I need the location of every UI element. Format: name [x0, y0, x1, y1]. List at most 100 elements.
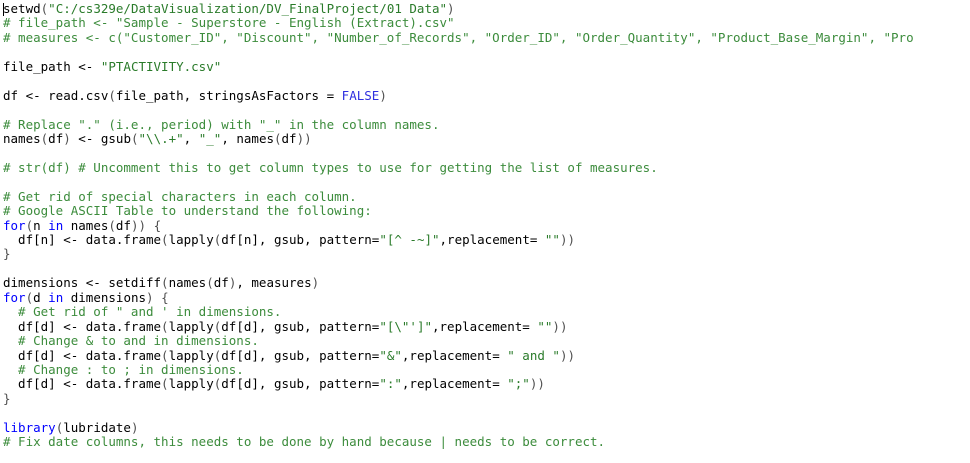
bracket-token: )) [296, 130, 312, 146]
comment-token: # Replace "." (i.e., period) with "_" in… [3, 116, 440, 132]
bracket-token: ( [161, 275, 169, 291]
bracket-token: ) [130, 419, 139, 435]
code-token: file_path, stringsAsFactors = [115, 87, 342, 103]
comment-token: # str(df) # Uncomment this to get column… [3, 159, 658, 175]
code-line[interactable]: df <- read.csv(file_path, stringsAsFacto… [3, 87, 914, 103]
bracket-token: ( [25, 217, 34, 233]
code-token: file_path <- [3, 58, 101, 74]
bracket-token: ( [161, 232, 169, 247]
bracket-token: ( [108, 217, 116, 233]
bracket-token: { [161, 289, 169, 305]
code-line[interactable]: file_path <- "PTACTIVITY.csv" [3, 58, 914, 74]
string-token: "" [544, 232, 560, 247]
bracket-token: } [3, 246, 11, 262]
code-token: n [33, 217, 49, 233]
bracket-token: )) [559, 232, 576, 247]
code-line[interactable]: # Change & to and in dimensions. [3, 333, 914, 349]
code-token: lapply [168, 318, 214, 334]
code-line[interactable]: df[n] <- data.frame(lapply(df[n], gsub, … [3, 232, 914, 247]
code-token: names [3, 130, 41, 146]
code-token: names [63, 217, 109, 233]
code-line[interactable] [3, 146, 914, 160]
code-token: df[n] <- data.frame [3, 232, 162, 247]
bracket-token: ) [63, 130, 71, 146]
comment-token: # Get rid of special characters in each … [3, 188, 357, 204]
code-line[interactable]: setwd("C:/cs329e/DataVisualization/DV_Fi… [3, 1, 914, 16]
code-line[interactable]: } [3, 391, 914, 406]
code-line[interactable] [3, 262, 914, 276]
code-line[interactable]: } [3, 247, 914, 261]
constant-token: FALSE [341, 87, 380, 103]
code-line[interactable]: # Replace "." (i.e., period) with "_" in… [3, 116, 914, 132]
code-line[interactable]: # Get rid of " and ' in dimensions. [3, 304, 914, 320]
code-token: df[n], gsub, pattern= [221, 232, 380, 247]
code-token: df [281, 130, 297, 146]
keyword-token: library [3, 419, 56, 435]
code-token: , [183, 130, 199, 146]
bracket-token: { [153, 217, 162, 233]
code-area[interactable]: setwd ("C:/cs329e/DataVisualization/DV_Fi… [3, 1, 914, 450]
bracket-token: ( [108, 87, 116, 103]
code-token: , measures [236, 275, 312, 291]
code-line[interactable]: # Google ASCII Table to understand the f… [3, 203, 914, 218]
code-line[interactable]: # Change : to ; in dimensions. [3, 361, 914, 377]
comment-token: # Get rid of " and ' in dimensions. [3, 304, 282, 320]
bracket-token: ( [206, 275, 214, 291]
string-token: "[\"']" [379, 318, 432, 334]
keyword-token: for [3, 217, 26, 233]
text-cursor [3, 3, 4, 16]
code-token: , names [221, 130, 274, 146]
code-line[interactable] [3, 74, 914, 88]
code-line[interactable] [3, 103, 914, 117]
code-line[interactable]: # measures <- c("Customer_ID", "Discount… [3, 29, 914, 45]
code-editor[interactable]: setwd ("C:/cs329e/DataVisualization/DV_Fi… [0, 0, 970, 463]
bracket-token: ( [25, 289, 34, 305]
bracket-token: ( [161, 376, 169, 392]
code-token: df[d] <- data.frame [3, 318, 162, 334]
code-token: df[d] <- data.frame [3, 376, 162, 392]
code-token: lapply [168, 347, 214, 363]
code-token: lapply [168, 376, 214, 392]
bracket-token: )) [130, 217, 147, 233]
code-line[interactable]: # str(df) # Uncomment this to get column… [3, 159, 914, 175]
string-token: "[^ -~]" [379, 232, 440, 247]
bracket-token: )) [529, 376, 545, 392]
code-line[interactable] [3, 175, 914, 189]
keyword-token: for [3, 289, 26, 305]
code-token: ,replacement= [401, 347, 508, 363]
string-token: "C:/cs329e/DataVisualization/DV_FinalPro… [48, 1, 448, 16]
code-token: df <- read.csv [3, 87, 109, 103]
bracket-token: ) [379, 87, 387, 103]
code-line[interactable]: library(lubridate) [3, 419, 914, 435]
code-line[interactable]: for(d in dimensions) { [3, 289, 914, 305]
code-line[interactable]: # Fix date columns, this needs to be don… [3, 434, 914, 450]
code-line[interactable]: df[d] <- data.frame(lapply(df[d], gsub, … [3, 347, 914, 363]
bracket-token: ( [161, 318, 169, 334]
code-token: df[d], gsub, pattern= [221, 347, 380, 363]
string-token: "_" [198, 130, 222, 146]
code-line[interactable]: df[d] <- data.frame(lapply(df[d], gsub, … [3, 318, 914, 334]
comment-token: # Change : to ; in dimensions. [3, 361, 244, 377]
comment-token: # Fix date columns, this needs to be don… [3, 434, 606, 450]
code-line[interactable]: dimensions <- setdiff(names(df), measure… [3, 276, 914, 290]
comment-token: # measures <- c("Customer_ID", "Discount… [3, 29, 914, 45]
code-line[interactable]: names(df) <- gsub("\\.+", "_", names(df)… [3, 130, 914, 146]
code-line[interactable]: # file_path <- "Sample - Superstore - En… [3, 16, 914, 30]
code-token: df[d] <- data.frame [3, 347, 162, 363]
code-line[interactable]: for(n in names(df)) { [3, 217, 914, 233]
code-token: df[d], gsub, pattern= [221, 318, 380, 334]
code-token: dimensions <- setdiff [3, 275, 162, 291]
code-line[interactable]: # Get rid of special characters in each … [3, 188, 914, 204]
keyword-token: in [48, 217, 64, 233]
code-token: dimensions [63, 289, 147, 305]
string-token: " and " [507, 347, 560, 363]
code-token: <- gsub [70, 130, 131, 146]
code-line[interactable] [3, 45, 914, 59]
code-line[interactable] [3, 406, 914, 420]
string-token: ";" [507, 376, 530, 392]
string-token: "PTACTIVITY.csv" [100, 58, 222, 74]
bracket-token: )) [559, 347, 575, 363]
code-line[interactable]: df[d] <- data.frame(lapply(df[d], gsub, … [3, 377, 914, 391]
comment-token: # Change & to and in dimensions. [3, 333, 259, 349]
